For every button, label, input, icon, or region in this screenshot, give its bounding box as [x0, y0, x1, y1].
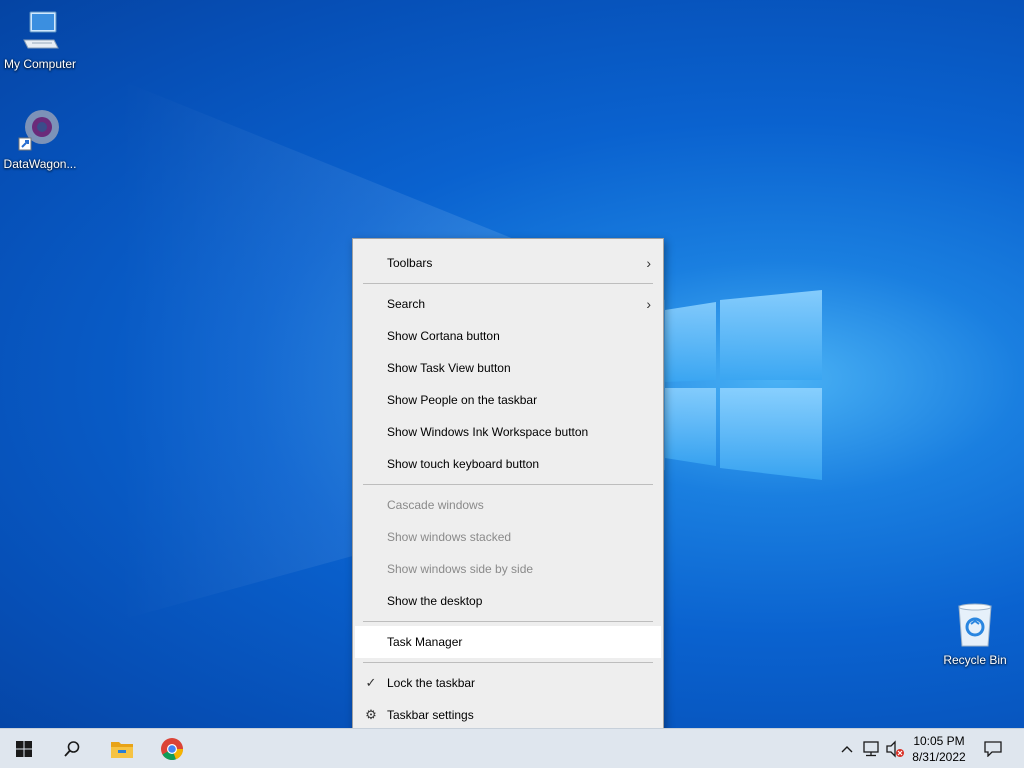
volume-button[interactable]: [884, 729, 906, 769]
gear-icon: ⚙: [365, 707, 377, 722]
menu-item-label: Show touch keyboard button: [387, 457, 540, 471]
menu-item-label: Show Cortana button: [387, 329, 500, 343]
chrome-icon: [161, 738, 184, 761]
desktop-icon-recycle-bin[interactable]: Recycle Bin: [935, 602, 1015, 667]
clock-time: 10:05 PM: [913, 734, 965, 748]
menu-item-search[interactable]: Search ›: [353, 288, 663, 320]
desktop-icon-label: My Computer: [3, 57, 77, 71]
menu-item-label: Show windows side by side: [387, 562, 534, 576]
menu-item-label: Show Task View button: [387, 361, 511, 375]
taskbar[interactable]: 10:05 PM 8/31/2022: [0, 728, 1024, 768]
chrome-button[interactable]: [148, 729, 196, 769]
menu-item-lock-taskbar[interactable]: ✓ Lock the taskbar: [353, 667, 663, 699]
menu-item-label: Show the desktop: [387, 594, 483, 608]
network-button[interactable]: [860, 729, 882, 769]
action-center-button[interactable]: [978, 729, 1008, 769]
menu-item-toolbars[interactable]: Toolbars ›: [353, 247, 663, 279]
datawagon-icon: [0, 106, 80, 155]
file-explorer-button[interactable]: [98, 729, 146, 769]
menu-separator: [363, 662, 653, 663]
menu-item-cascade-windows: Cascade windows: [353, 489, 663, 521]
checkmark-icon: ✓: [365, 675, 377, 690]
menu-item-task-manager[interactable]: Task Manager: [355, 626, 661, 658]
computer-icon: [0, 10, 80, 55]
menu-separator: [363, 621, 653, 622]
desktop-icon-my-computer[interactable]: My Computer: [0, 10, 80, 71]
menu-item-label: Lock the taskbar: [387, 676, 476, 690]
menu-item-label: Taskbar settings: [387, 708, 474, 722]
menu-item-label: Show windows stacked: [387, 530, 512, 544]
menu-item-label: Task Manager: [387, 635, 463, 649]
menu-item-show-cortana[interactable]: Show Cortana button: [353, 320, 663, 352]
menu-item-label: Search: [387, 297, 426, 311]
start-button[interactable]: [0, 729, 48, 769]
clock[interactable]: 10:05 PM 8/31/2022: [904, 733, 974, 765]
desktop[interactable]: My Computer DataWagon... Recycle Bin Too…: [0, 0, 1024, 728]
menu-separator: [363, 484, 653, 485]
search-icon: [64, 741, 80, 757]
chevron-up-icon: [841, 746, 853, 753]
menu-item-windows-stacked: Show windows stacked: [353, 521, 663, 553]
menu-item-label: Cascade windows: [387, 498, 484, 512]
taskbar-context-menu: Toolbars › Search › Show Cortana button …: [352, 238, 664, 728]
notification-icon: [984, 741, 1002, 757]
desktop-icon-label: DataWagon...: [3, 157, 77, 171]
menu-item-show-task-view[interactable]: Show Task View button: [353, 352, 663, 384]
menu-item-label: Show Windows Ink Workspace button: [387, 425, 589, 439]
network-icon: [863, 741, 879, 757]
chevron-right-icon: ›: [646, 255, 651, 271]
menu-item-label: Show People on the taskbar: [387, 393, 538, 407]
volume-muted-icon: [886, 740, 904, 758]
show-hidden-icons-button[interactable]: [836, 729, 858, 769]
recycle-bin-icon: [935, 602, 1015, 651]
windows-start-icon: [16, 741, 32, 757]
desktop-icon-label: Recycle Bin: [943, 653, 1007, 667]
menu-item-label: Toolbars: [387, 256, 433, 270]
menu-item-show-touch-keyboard[interactable]: Show touch keyboard button: [353, 448, 663, 480]
menu-item-show-people[interactable]: Show People on the taskbar: [353, 384, 663, 416]
chevron-right-icon: ›: [646, 296, 651, 312]
menu-item-windows-side-by-side: Show windows side by side: [353, 553, 663, 585]
search-button[interactable]: [48, 729, 96, 769]
menu-separator: [363, 283, 653, 284]
menu-item-show-ink-workspace[interactable]: Show Windows Ink Workspace button: [353, 416, 663, 448]
menu-item-show-desktop[interactable]: Show the desktop: [353, 585, 663, 617]
menu-item-taskbar-settings[interactable]: ⚙ Taskbar settings: [353, 699, 663, 728]
clock-date: 8/31/2022: [912, 750, 966, 764]
file-explorer-icon: [111, 742, 133, 758]
desktop-icon-datawagon[interactable]: DataWagon...: [0, 106, 80, 171]
